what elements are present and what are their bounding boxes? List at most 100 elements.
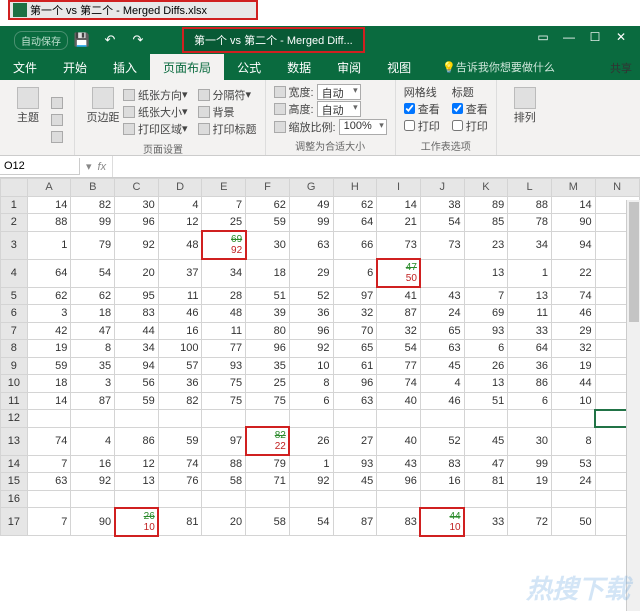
- row-header[interactable]: 12: [1, 410, 28, 428]
- cell[interactable]: [508, 410, 552, 428]
- col-header[interactable]: F: [246, 179, 290, 197]
- fx-icon[interactable]: fx: [92, 161, 113, 173]
- cell[interactable]: 80: [246, 322, 290, 340]
- name-box[interactable]: O12: [0, 158, 80, 175]
- scale-combo[interactable]: 100%: [339, 119, 387, 135]
- cell[interactable]: 65: [333, 340, 377, 358]
- cell[interactable]: 96: [377, 473, 421, 491]
- cell[interactable]: 64: [333, 214, 377, 232]
- cell[interactable]: [202, 490, 246, 508]
- cell[interactable]: 59: [115, 392, 159, 410]
- cell[interactable]: [158, 410, 202, 428]
- cell[interactable]: 81: [158, 508, 202, 536]
- cell[interactable]: 88: [202, 455, 246, 473]
- cell[interactable]: 48: [158, 231, 202, 259]
- headings-print-check[interactable]: [452, 120, 463, 131]
- col-header[interactable]: N: [595, 179, 639, 197]
- tab-data[interactable]: 数据: [274, 54, 324, 81]
- cell[interactable]: 13: [115, 473, 159, 491]
- cell[interactable]: [202, 410, 246, 428]
- cell[interactable]: 96: [115, 214, 159, 232]
- print-area-button[interactable]: 打印区域 ▾: [123, 120, 188, 137]
- cell[interactable]: 73: [420, 231, 464, 259]
- cell[interactable]: 58: [246, 508, 290, 536]
- cell[interactable]: 89: [464, 196, 508, 214]
- cell[interactable]: 90: [71, 508, 115, 536]
- cell[interactable]: 92: [71, 473, 115, 491]
- cell[interactable]: 18: [246, 259, 290, 287]
- cell[interactable]: 97: [333, 287, 377, 305]
- cell[interactable]: 54: [289, 508, 333, 536]
- cell[interactable]: 24: [551, 473, 595, 491]
- tab-home[interactable]: 开始: [50, 54, 100, 81]
- col-header[interactable]: A: [27, 179, 71, 197]
- maximize-icon[interactable]: ☐: [582, 30, 608, 50]
- cell[interactable]: 54: [71, 259, 115, 287]
- cell[interactable]: 16: [158, 322, 202, 340]
- cell[interactable]: 65: [420, 322, 464, 340]
- cell[interactable]: 46: [551, 305, 595, 323]
- cell[interactable]: 99: [508, 455, 552, 473]
- cell[interactable]: [71, 490, 115, 508]
- print-titles-button[interactable]: 打印标题: [198, 120, 257, 137]
- cell[interactable]: 30: [115, 196, 159, 214]
- cell[interactable]: 8: [71, 340, 115, 358]
- cell[interactable]: 46: [158, 305, 202, 323]
- cell[interactable]: 4: [420, 375, 464, 393]
- cell[interactable]: 79: [71, 231, 115, 259]
- cell[interactable]: 14: [377, 196, 421, 214]
- cell[interactable]: 28: [202, 287, 246, 305]
- cell[interactable]: 8: [289, 375, 333, 393]
- cell[interactable]: 85: [464, 214, 508, 232]
- cell[interactable]: 63: [333, 392, 377, 410]
- cell[interactable]: 77: [377, 357, 421, 375]
- cell[interactable]: 54: [377, 340, 421, 358]
- cell[interactable]: 83: [420, 455, 464, 473]
- cell[interactable]: 34: [508, 231, 552, 259]
- cell[interactable]: 78: [508, 214, 552, 232]
- cell[interactable]: 10: [551, 392, 595, 410]
- cell[interactable]: 18: [27, 375, 71, 393]
- row-header[interactable]: 11: [1, 392, 28, 410]
- cell[interactable]: 23: [464, 231, 508, 259]
- margins-button[interactable]: 页边距: [83, 83, 123, 153]
- cell[interactable]: 92: [289, 340, 333, 358]
- cell[interactable]: 21: [377, 214, 421, 232]
- cell[interactable]: [464, 490, 508, 508]
- headings-view-check[interactable]: [452, 103, 463, 114]
- cell[interactable]: [289, 410, 333, 428]
- cell[interactable]: 50: [551, 508, 595, 536]
- cell[interactable]: 64: [508, 340, 552, 358]
- cell[interactable]: 52: [289, 287, 333, 305]
- cell[interactable]: 82: [158, 392, 202, 410]
- cell[interactable]: [377, 410, 421, 428]
- gridlines-print-check[interactable]: [404, 120, 415, 131]
- cell[interactable]: 25: [246, 375, 290, 393]
- themes-button[interactable]: 主题: [8, 83, 48, 153]
- cell[interactable]: 11: [508, 305, 552, 323]
- cell[interactable]: 6: [464, 340, 508, 358]
- cell[interactable]: 11: [202, 322, 246, 340]
- row-header[interactable]: 3: [1, 231, 28, 259]
- cell[interactable]: 4: [158, 196, 202, 214]
- row-header[interactable]: 1: [1, 196, 28, 214]
- cell[interactable]: 61: [333, 357, 377, 375]
- cell[interactable]: [333, 410, 377, 428]
- cell[interactable]: 34: [115, 340, 159, 358]
- cell[interactable]: 7: [202, 196, 246, 214]
- cell[interactable]: 10: [289, 357, 333, 375]
- cell[interactable]: [246, 490, 290, 508]
- cell[interactable]: 97: [202, 427, 246, 455]
- cell[interactable]: 87: [377, 305, 421, 323]
- vertical-scrollbar[interactable]: [626, 200, 640, 611]
- cell[interactable]: 24: [420, 305, 464, 323]
- cell[interactable]: 13: [464, 259, 508, 287]
- cell[interactable]: [27, 490, 71, 508]
- col-header[interactable]: K: [464, 179, 508, 197]
- cell[interactable]: 83: [377, 508, 421, 536]
- cell[interactable]: 95: [115, 287, 159, 305]
- cell[interactable]: 6: [508, 392, 552, 410]
- cell[interactable]: [508, 490, 552, 508]
- col-header[interactable]: M: [551, 179, 595, 197]
- height-combo[interactable]: 自动: [317, 101, 361, 117]
